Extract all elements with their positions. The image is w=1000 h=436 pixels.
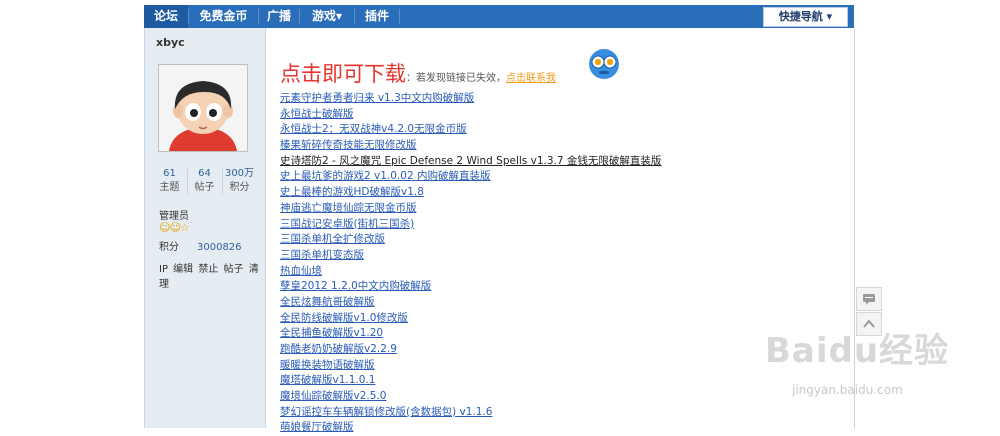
game-link[interactable]: 永恒战士2：无双战神v4.2.0无限金币版 <box>280 122 661 138</box>
nav-divider <box>399 9 400 24</box>
watermark-brand: Baidu经验 <box>765 331 950 371</box>
nav-free-coins[interactable]: 免费金币 <box>189 5 258 28</box>
username[interactable]: xbyc <box>156 36 185 49</box>
game-link[interactable]: 三国杀单机变态版 <box>280 248 661 264</box>
stat-credits-label: 积分 <box>229 182 250 193</box>
game-link[interactable]: 暖暖换装物语破解版 <box>280 358 661 374</box>
stat-threads-value: 61 <box>163 168 176 179</box>
avatar-cartoon-icon <box>159 65 247 151</box>
game-link[interactable]: 榛果斩碎传奇技能无限修改版 <box>280 138 661 154</box>
admin-actions[interactable]: IP 编辑 禁止 帖子 清理 <box>159 260 265 290</box>
points-value: 3000826 <box>197 242 242 253</box>
rank-stars-icon: ☺☺☆ <box>159 221 190 234</box>
game-link[interactable]: 史上最坑爹的游戏2 v1.0.02 内购破解直装版 <box>280 169 661 185</box>
game-link[interactable]: 孽皇2012 1.2.0中文内购破解版 <box>280 279 661 295</box>
stat-threads[interactable]: 61 主题 <box>153 167 186 195</box>
download-headline: 点击即可下载：若发现链接已失效，点击联系我 <box>280 58 556 88</box>
game-link[interactable]: 永恒战士破解版 <box>280 107 661 123</box>
avatar[interactable] <box>158 64 248 152</box>
stat-posts-value: 64 <box>198 168 211 179</box>
headline-text[interactable]: 点击即可下载 <box>280 62 406 86</box>
stat-posts[interactable]: 64 帖子 <box>188 167 221 195</box>
game-link-list: 元素守护者勇者归来 v1.3中文内购破解版 永恒战士破解版 永恒战士2：无双战神… <box>280 91 661 436</box>
points-label: 积分 <box>159 242 179 253</box>
post-frame: xbyc 61 主题 64 帖子 300万 积分 管理员 ☺☺☆ 积分 3000… <box>144 28 855 433</box>
user-group[interactable]: 管理员 <box>159 207 189 222</box>
contact-link[interactable]: 点击联系我 <box>506 73 556 84</box>
game-link[interactable]: 魔境仙踪破解版v2.5.0 <box>280 389 661 405</box>
game-link[interactable]: 三国杀单机全扩修改版 <box>280 232 661 248</box>
quick-nav-button[interactable]: 快捷导航 ▾ <box>763 7 848 27</box>
game-link[interactable]: 神庙逃亡魔境仙踪无限金币版 <box>280 201 661 217</box>
baidu-watermark: Baidu经验 jingyan.baidu.com <box>765 323 995 413</box>
game-link[interactable]: 全民捕鱼破解版v1.20 <box>280 326 661 342</box>
headline-note: ：若发现链接已失效， <box>406 73 506 84</box>
post-content: 点击即可下载：若发现链接已失效，点击联系我 元素守护者勇者归来 v1.3中文内购… <box>279 28 849 433</box>
user-points: 积分 3000826 <box>159 238 242 253</box>
nav-games[interactable]: 游戏▾ <box>300 5 354 28</box>
game-link[interactable]: 全民炫舞航哥破解版 <box>280 295 661 311</box>
game-link[interactable]: 史诗塔防2 - 风之魔咒 Epic Defense 2 Wind Spells … <box>280 154 661 170</box>
stat-credits-value: 300万 <box>224 168 255 179</box>
nav-broadcast[interactable]: 广播 <box>259 5 299 28</box>
game-link[interactable]: 元素守护者勇者归来 v1.3中文内购破解版 <box>280 91 661 107</box>
stat-credits[interactable]: 300万 积分 <box>223 167 256 195</box>
game-link[interactable]: 三国战记安卓版(街机三国杀) <box>280 217 661 233</box>
game-link[interactable]: 全民防线破解版v1.0修改版 <box>280 311 661 327</box>
stat-threads-label: 主题 <box>159 182 180 193</box>
game-link[interactable]: 萌娘餐厅破解版 <box>280 420 661 436</box>
user-stats: 61 主题 64 帖子 300万 积分 <box>153 167 257 197</box>
comment-button[interactable] <box>856 287 882 311</box>
game-link[interactable]: 跑酷老奶奶破解版v2.2.9 <box>280 342 661 358</box>
top-navbar: 论坛 免费金币 广播 游戏▾ 插件 快捷导航 ▾ <box>144 5 854 28</box>
game-link[interactable]: 魔塔破解版v1.1.0.1 <box>280 373 661 389</box>
watermark-url: jingyan.baidu.com <box>792 383 903 397</box>
robot-icon <box>588 48 620 80</box>
game-link[interactable]: 梦幻谣控车车辆解锁修改版(含数据包) v1.1.6 <box>280 405 661 421</box>
game-link[interactable]: 热血仙境 <box>280 264 661 280</box>
user-sidebar: xbyc 61 主题 64 帖子 300万 积分 管理员 ☺☺☆ 积分 3000… <box>145 28 266 428</box>
nav-plugins[interactable]: 插件 <box>355 5 399 28</box>
game-link[interactable]: 史上最棒的游戏HD破解版v1.8 <box>280 185 661 201</box>
stat-posts-label: 帖子 <box>194 182 215 193</box>
comment-icon <box>863 294 875 305</box>
nav-forum[interactable]: 论坛 <box>144 5 188 28</box>
